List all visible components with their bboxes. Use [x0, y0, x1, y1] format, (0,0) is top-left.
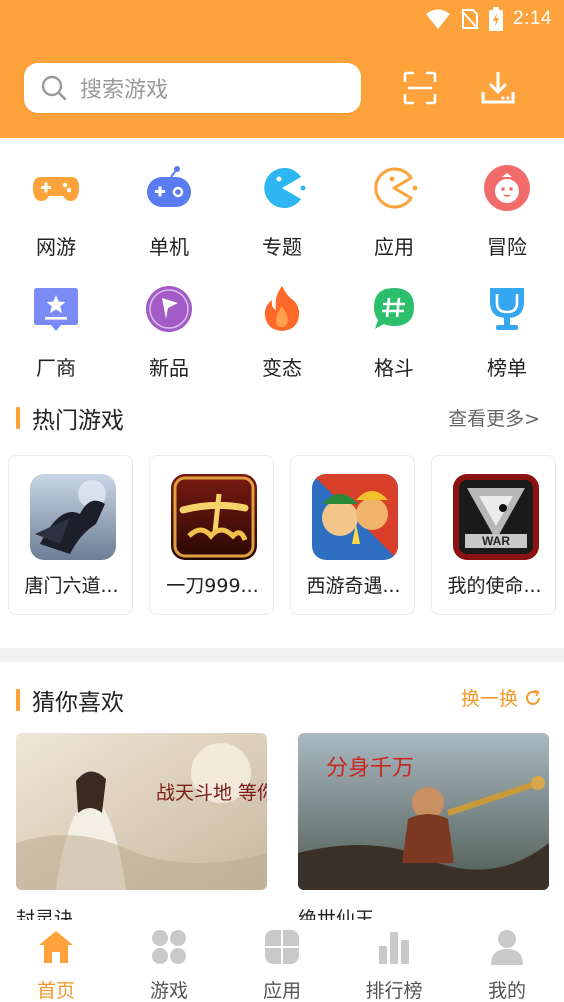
view-more-link[interactable]: 查看更多> [448, 404, 540, 431]
game-card[interactable]: 唐门六道... [8, 455, 133, 615]
game-name: 我的使命... [447, 575, 542, 597]
tab-apps[interactable]: 应用 [232, 928, 332, 1002]
star-card-icon [34, 288, 78, 331]
search-placeholder: 搜索游戏 [80, 78, 169, 103]
category-online-games[interactable]: 网游 [6, 163, 106, 260]
ranking-icon [379, 932, 409, 964]
banner-text: 战天斗地 等你封神 [156, 782, 267, 804]
banner-text: 分身千万 [326, 756, 414, 781]
category-topics[interactable]: 专题 [232, 163, 332, 260]
controller-icon [147, 166, 191, 207]
category-vendors[interactable]: 厂商 [6, 284, 106, 381]
grid-icon [152, 930, 186, 964]
tab-label: 我的 [487, 980, 526, 1002]
tab-label: 首页 [36, 980, 75, 1002]
category-fighting[interactable]: 格斗 [344, 284, 444, 381]
category-label: 格斗 [374, 356, 414, 380]
section-title-text: 热门游戏 [32, 408, 124, 434]
tab-home[interactable]: 首页 [6, 928, 106, 1002]
section-accent-bar [16, 407, 20, 429]
tab-label: 游戏 [149, 980, 188, 1002]
game-thumbnail-image [312, 474, 398, 560]
bottom-tab-bar: 首页 游戏 应用 排行榜 我的 [0, 920, 564, 1002]
recommend-card[interactable]: 战天斗地 等你封神 封灵诀 [16, 733, 314, 931]
search-icon [41, 75, 67, 101]
pacman-outline-icon [374, 167, 418, 209]
game-card[interactable]: 西游奇遇... [290, 455, 415, 615]
game-thumbnail-image [30, 474, 116, 560]
gamepad-icon [33, 177, 79, 201]
scan-icon[interactable] [402, 70, 438, 106]
game-banner-image: 分身千万 [298, 733, 549, 890]
tab-games[interactable]: 游戏 [119, 928, 219, 1002]
trophy-icon [490, 288, 524, 330]
battery-charging-icon [489, 7, 504, 31]
section-title-text: 猜你喜欢 [32, 690, 124, 716]
refresh-button[interactable]: 换一换 [461, 684, 542, 711]
hash-bubble-icon [374, 288, 414, 329]
flame-icon [264, 286, 300, 331]
hot-games-title: 热门游戏 [16, 401, 124, 435]
category-rankings[interactable]: 榜单 [457, 284, 557, 381]
game-name: 西游奇遇... [306, 575, 401, 597]
svg-text:WAR: WAR [482, 534, 510, 548]
status-bar: 2:14 [425, 6, 552, 32]
game-banner-image: 战天斗地 等你封神 [16, 733, 314, 890]
tab-label: 排行榜 [365, 980, 423, 1002]
section-accent-bar [16, 689, 20, 711]
category-label: 厂商 [36, 356, 76, 380]
download-icon[interactable] [480, 70, 516, 106]
tab-label: 应用 [262, 980, 301, 1002]
status-time: 2:14 [513, 8, 552, 29]
user-icon [491, 930, 523, 965]
category-label: 冒险 [487, 235, 527, 259]
tab-ranking[interactable]: 排行榜 [344, 928, 444, 1002]
game-card[interactable]: 一刀999... [149, 455, 274, 615]
home-icon [39, 931, 73, 963]
no-sim-icon [461, 9, 479, 30]
refresh-label: 换一换 [460, 688, 518, 710]
category-label: 网游 [36, 235, 76, 259]
category-bt[interactable]: 变态 [232, 284, 332, 381]
recommend-card[interactable]: 分身千万 绝世仙王 [298, 733, 549, 931]
search-input[interactable]: 搜索游戏 [24, 63, 361, 113]
category-label: 应用 [374, 235, 414, 259]
refresh-icon [526, 689, 540, 705]
game-thumbnail-image [171, 474, 257, 560]
category-adventure[interactable]: 冒险 [457, 163, 557, 260]
game-card[interactable]: WAR 我的使命... [431, 455, 556, 615]
face-icon [484, 165, 530, 211]
wifi-icon [426, 9, 451, 29]
guess-you-like-title: 猜你喜欢 [16, 683, 124, 717]
flag-circle-icon [146, 286, 192, 332]
category-label: 变态 [262, 356, 302, 380]
category-label: 专题 [262, 235, 302, 259]
category-label: 单机 [149, 235, 189, 259]
category-apps[interactable]: 应用 [344, 163, 444, 260]
apps-icon [265, 930, 299, 964]
pacman-icon [264, 168, 306, 208]
game-name: 一刀999... [166, 575, 259, 597]
category-single-player[interactable]: 单机 [119, 163, 219, 260]
category-label: 新品 [149, 356, 189, 380]
top-header: 2:14 搜索游戏 [0, 0, 564, 138]
game-name: 唐门六道... [24, 575, 119, 597]
category-new[interactable]: 新品 [119, 284, 219, 381]
tab-profile[interactable]: 我的 [457, 928, 557, 1002]
game-thumbnail-image: WAR [453, 474, 539, 560]
category-label: 榜单 [487, 356, 527, 380]
section-divider [0, 648, 564, 662]
